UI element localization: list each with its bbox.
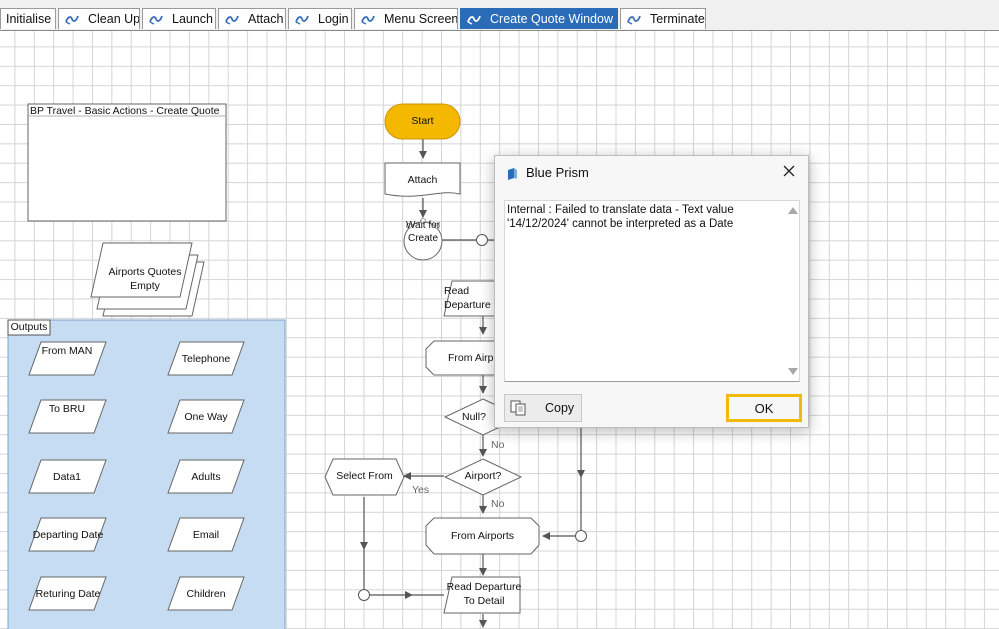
tab-menu-screen[interactable]: Menu Screen <box>354 8 458 29</box>
data-item-children[interactable] <box>167 576 245 611</box>
ok-button[interactable]: OK <box>726 394 802 422</box>
ok-button-label: OK <box>754 400 774 416</box>
data-item-data1[interactable] <box>28 459 107 494</box>
tab-create-quote-window[interactable]: Create Quote Window <box>460 8 618 29</box>
select-from-stage[interactable] <box>324 458 405 496</box>
data-item-to[interactable] <box>28 399 107 434</box>
attach-stage[interactable] <box>384 162 461 197</box>
data-item-departing-date[interactable] <box>28 517 107 552</box>
tab-label: Terminate <box>650 12 705 26</box>
page-icon <box>466 13 482 25</box>
message-textbox[interactable]: Internal : Failed to translate data - Te… <box>504 200 800 382</box>
scroll-up-icon[interactable] <box>788 207 798 214</box>
airport-decision[interactable] <box>443 458 523 496</box>
data-item-email[interactable] <box>167 517 245 552</box>
tab-login[interactable]: Login <box>288 8 352 29</box>
page-icon <box>224 13 240 25</box>
page-icon <box>294 13 310 25</box>
tab-label: Clean Up <box>88 12 140 26</box>
page-icon <box>64 13 80 25</box>
tab-label: Launch <box>172 12 214 26</box>
start-stage[interactable] <box>384 103 461 140</box>
from-airports-stage-top[interactable] <box>425 340 501 376</box>
dialog-title: Blue Prism <box>526 165 589 180</box>
tab-attach[interactable]: Attach <box>218 8 286 29</box>
data-item-adults[interactable] <box>167 459 245 494</box>
close-icon <box>783 164 795 182</box>
process-tab-bar: Initialise Clean Up Launch Attach Login … <box>0 0 999 31</box>
copy-button[interactable]: Copy <box>504 394 582 422</box>
page-icon <box>626 13 642 25</box>
tab-launch[interactable]: Launch <box>142 8 216 29</box>
error-message: Internal : Failed to translate data - Te… <box>507 204 734 230</box>
scroll-down-icon[interactable] <box>788 368 798 375</box>
junction-anchor[interactable] <box>476 234 488 246</box>
tab-label: Menu Screen <box>384 12 458 26</box>
read-departure-stage-top[interactable] <box>443 280 501 317</box>
close-button[interactable] <box>776 160 802 186</box>
page-icon <box>148 13 164 25</box>
copy-icon <box>510 400 528 416</box>
tab-terminate[interactable]: Terminate <box>620 8 706 29</box>
data-item-one-way[interactable] <box>167 399 245 434</box>
message-scrollbar[interactable] <box>785 201 799 381</box>
junction-anchor[interactable] <box>575 530 587 542</box>
tab-label: Initialise <box>6 12 52 26</box>
read-departure-stage-bottom[interactable] <box>443 576 521 614</box>
tab-label: Login <box>318 12 349 26</box>
data-item-telephone[interactable] <box>167 341 245 376</box>
tab-label: Attach <box>248 12 284 26</box>
tab-label: Create Quote Window <box>490 12 613 26</box>
data-item-from[interactable] <box>28 341 107 376</box>
error-dialog: Blue Prism Internal : Failed to translat… <box>494 155 809 428</box>
page-icon <box>360 13 376 25</box>
tab-clean-up[interactable]: Clean Up <box>58 8 140 29</box>
collection-airports-quotes[interactable] <box>90 242 205 317</box>
data-item-returing-date[interactable] <box>28 576 107 611</box>
note-box[interactable] <box>27 103 227 222</box>
from-airports-stage[interactable] <box>425 517 540 555</box>
tab-initialise[interactable]: Initialise <box>0 8 56 29</box>
junction-anchor[interactable] <box>358 589 370 601</box>
copy-button-label: Copy <box>545 401 575 415</box>
blue-prism-logo-icon <box>507 167 518 180</box>
outputs-block-label-box <box>7 319 51 336</box>
